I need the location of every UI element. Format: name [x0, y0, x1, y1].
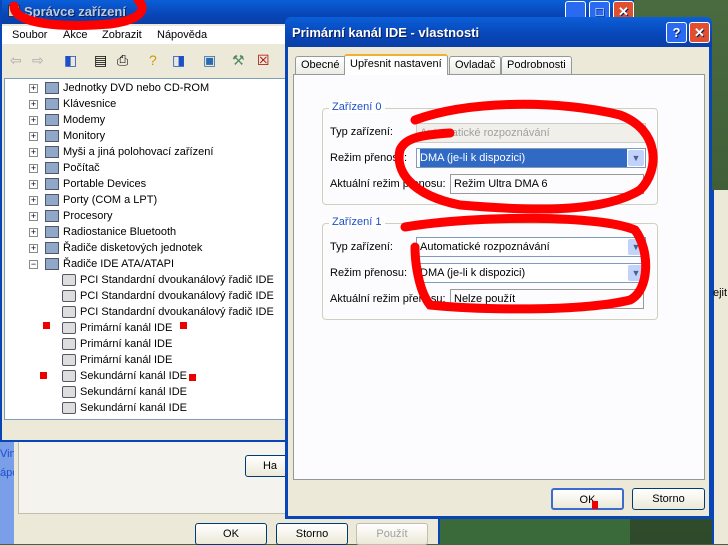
annotation-device1-circle: [400, 213, 651, 314]
annotation-device0-circle: [394, 99, 658, 214]
tab-advanced[interactable]: Upřesnit nastavení: [344, 54, 448, 75]
annotation-title-circle: [9, 0, 147, 30]
red-annotation-strokes: [9, 0, 658, 314]
